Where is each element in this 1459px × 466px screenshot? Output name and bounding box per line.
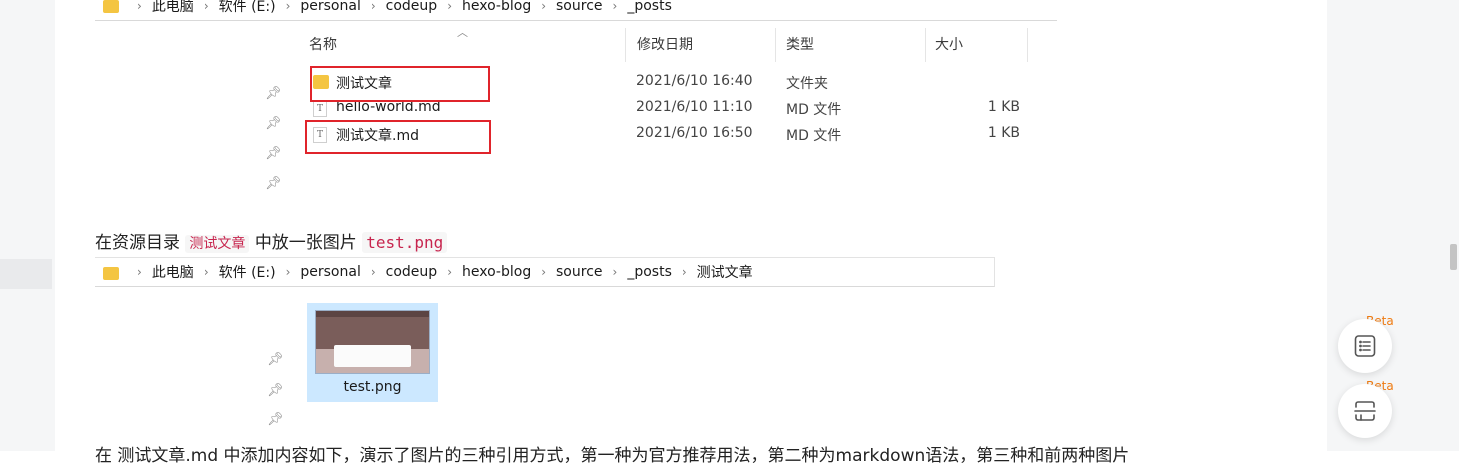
chevron-right-icon: › — [612, 265, 618, 279]
file-size: 1 KB — [987, 99, 1020, 115]
file-size: 1 KB — [987, 125, 1020, 141]
file-type: MD 文件 — [786, 102, 842, 118]
pin-icon[interactable]: 📌︎ — [265, 86, 282, 101]
breadcrumb-item[interactable]: 此电脑 — [152, 262, 194, 282]
pin-icon[interactable]: 📌︎ — [265, 146, 282, 161]
paragraph-1: 在资源目录 测试文章 中放一张图片 test.png — [95, 228, 448, 253]
column-divider[interactable] — [925, 28, 926, 62]
breadcrumb-item[interactable]: hexo-blog — [462, 264, 531, 280]
scrollbar-thumb[interactable] — [1450, 244, 1457, 270]
left-sidebar-active-item[interactable] — [0, 259, 52, 289]
scan-icon — [1354, 401, 1376, 421]
explorer-screenshot-top: › 此电脑 › 软件 (E:) › personal › codeup › he… — [95, 0, 1057, 215]
column-header-date[interactable]: 修改日期 — [637, 28, 693, 60]
breadcrumb-item[interactable]: 此电脑 — [152, 0, 194, 16]
folder-icon — [103, 0, 119, 13]
file-date: 2021/6/10 11:10 — [636, 99, 753, 115]
chevron-right-icon: › — [612, 0, 618, 13]
paragraph-text: 中放一张图片 — [254, 233, 357, 253]
pin-icon[interactable]: 📌︎ — [267, 352, 284, 367]
paragraph-2: 在 测试文章.md 中添加内容如下，演示了图片的三种引用方式，第一种为官方推荐用… — [95, 446, 1130, 466]
outline-button[interactable] — [1338, 319, 1392, 373]
chevron-right-icon: › — [285, 0, 291, 13]
chevron-right-icon: › — [447, 0, 452, 13]
column-header-size[interactable]: 大小 — [935, 28, 963, 60]
breadcrumb-item[interactable]: codeup — [386, 264, 438, 280]
breadcrumb-item[interactable]: _posts — [627, 0, 672, 14]
highlight-box — [305, 120, 491, 154]
column-divider[interactable] — [625, 28, 626, 62]
chevron-right-icon: › — [137, 0, 142, 13]
inline-code: test.png — [362, 232, 448, 253]
left-sidebar — [0, 0, 55, 451]
chevron-right-icon: › — [370, 0, 376, 13]
pin-icon[interactable]: 📌︎ — [265, 116, 282, 131]
chevron-right-icon: › — [541, 265, 547, 279]
column-divider[interactable] — [775, 28, 776, 62]
chevron-right-icon: › — [370, 265, 376, 279]
breadcrumb-item[interactable]: codeup — [386, 0, 438, 14]
chevron-right-icon: › — [285, 265, 291, 279]
chevron-right-icon: › — [541, 0, 547, 13]
highlight-box — [310, 66, 490, 102]
inline-code: 测试文章 — [185, 235, 250, 253]
breadcrumb-item[interactable]: source — [556, 264, 603, 280]
chevron-right-icon: › — [203, 0, 209, 13]
screenshot-button[interactable] — [1338, 384, 1392, 438]
chevron-right-icon: › — [681, 265, 687, 279]
sort-ascending-icon: ︿ — [457, 26, 468, 39]
column-divider[interactable] — [1027, 28, 1028, 62]
paragraph-text: 在资源目录 — [95, 233, 180, 253]
address-bar[interactable]: › 此电脑 › 软件 (E:) › personal › codeup › he… — [95, 257, 995, 287]
chevron-right-icon: › — [203, 265, 209, 279]
breadcrumb-item[interactable]: 测试文章 — [697, 262, 753, 282]
breadcrumb-item[interactable]: source — [556, 0, 603, 14]
address-bar[interactable]: › 此电脑 › 软件 (E:) › personal › codeup › he… — [95, 0, 1057, 21]
thumbnail-label: test.png — [343, 379, 402, 395]
explorer-screenshot-bottom: › 此电脑 › 软件 (E:) › personal › codeup › he… — [95, 257, 995, 435]
column-header-name[interactable]: 名称 — [309, 28, 337, 60]
chevron-right-icon: › — [447, 265, 452, 279]
folder-icon — [103, 266, 119, 280]
breadcrumb-item[interactable]: personal — [300, 0, 360, 14]
pin-icon[interactable]: 📌︎ — [265, 176, 282, 191]
file-type: MD 文件 — [786, 128, 842, 144]
list-outline-icon — [1354, 335, 1376, 357]
file-date: 2021/6/10 16:50 — [636, 125, 753, 141]
column-header-type[interactable]: 类型 — [786, 28, 814, 60]
breadcrumb-item[interactable]: hexo-blog — [462, 0, 531, 14]
file-date: 2021/6/10 16:40 — [636, 73, 753, 89]
breadcrumb-item[interactable]: _posts — [627, 264, 672, 280]
text-file-icon: T — [313, 101, 327, 117]
chevron-right-icon: › — [137, 265, 142, 279]
file-type: 文件夹 — [786, 76, 828, 92]
pin-icon[interactable]: 📌︎ — [267, 412, 284, 427]
breadcrumb-item[interactable]: 软件 (E:) — [219, 0, 276, 16]
pin-icon[interactable]: 📌︎ — [267, 383, 284, 398]
breadcrumb-item[interactable]: personal — [300, 264, 360, 280]
breadcrumb-item[interactable]: 软件 (E:) — [219, 262, 276, 282]
file-thumbnail-selected[interactable]: test.png — [307, 303, 438, 402]
image-preview — [315, 310, 430, 374]
